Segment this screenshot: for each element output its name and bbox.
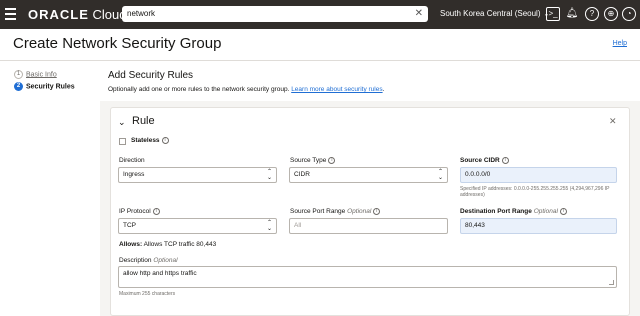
page-title: Create Network Security Group: [13, 35, 222, 52]
select-arrows-icon: ⌃ ⌄: [266, 220, 272, 232]
ip-protocol-label: IP Protocol i: [119, 208, 160, 215]
remove-rule-icon[interactable]: ✕: [609, 116, 617, 127]
oracle-cloud-logo[interactable]: ORACLE Cloud: [28, 8, 126, 22]
ip-protocol-select[interactable]: TCP ⌃ ⌄: [118, 218, 277, 234]
select-arrows-icon: ⌃ ⌄: [266, 169, 272, 181]
help-link[interactable]: Help: [613, 40, 627, 47]
source-port-range-input[interactable]: All: [289, 218, 448, 234]
info-icon[interactable]: i: [152, 208, 160, 215]
description-textarea[interactable]: allow http and https traffic: [118, 266, 617, 288]
learn-more-link[interactable]: Learn more about security rules: [291, 86, 382, 93]
step-number: 2: [14, 82, 23, 91]
cloud-shell-icon[interactable]: >_: [546, 7, 560, 21]
rule-title: Rule: [132, 115, 155, 127]
description-label: Description Optional: [119, 257, 178, 264]
allows-summary: Allows: Allows TCP traffic 80,443: [119, 241, 217, 248]
region-selector[interactable]: South Korea Central (Seoul) ⌄: [440, 9, 549, 18]
stateless-checkbox[interactable]: [119, 138, 126, 145]
collapse-chevron-icon[interactable]: ⌄: [118, 117, 126, 128]
section-title: Add Security Rules: [108, 70, 194, 81]
description-value: allow http and https traffic: [123, 270, 197, 277]
info-icon[interactable]: i: [373, 208, 381, 215]
info-icon[interactable]: i: [501, 157, 509, 164]
help-icon[interactable]: ?: [585, 7, 599, 21]
section-description: Optionally add one or more rules to the …: [108, 86, 385, 93]
source-type-select[interactable]: CIDR ⌃ ⌄: [289, 167, 448, 183]
info-icon[interactable]: i: [328, 157, 336, 164]
source-cidr-input[interactable]: 0.0.0.0/0: [460, 167, 617, 183]
step-label: Security Rules: [26, 83, 75, 91]
search-input[interactable]: network ✕: [122, 6, 428, 22]
step-basic-info[interactable]: 1 Basic Info: [14, 70, 57, 79]
step-label: Basic Info: [26, 71, 57, 79]
profile-icon[interactable]: ◔: [622, 7, 636, 21]
destination-port-range-label: Destination Port Range Optional i: [460, 208, 567, 215]
info-icon[interactable]: i: [559, 208, 567, 215]
source-cidr-label: Source CIDR i: [460, 157, 509, 164]
source-cidr-hint: Specified IP addresses: 0.0.0.0-255.255.…: [460, 186, 610, 198]
direction-label: Direction: [119, 157, 145, 164]
search-value: network: [127, 9, 156, 18]
header-divider: [0, 60, 640, 61]
stateless-label: Stateless i: [131, 137, 169, 144]
step-number: 1: [14, 70, 23, 79]
destination-port-range-input[interactable]: 80,443: [460, 218, 617, 234]
top-bar: ORACLE Cloud network ✕ South Korea Centra…: [0, 0, 640, 29]
resize-handle-icon[interactable]: [609, 280, 614, 285]
source-port-range-label: Source Port Range Optional i: [290, 208, 381, 215]
step-security-rules[interactable]: 2 Security Rules: [14, 82, 75, 91]
info-icon[interactable]: i: [161, 137, 169, 144]
direction-select[interactable]: Ingress ⌃ ⌄: [118, 167, 277, 183]
select-arrows-icon: ⌃ ⌄: [437, 169, 443, 181]
clear-search-icon[interactable]: ✕: [415, 6, 423, 22]
source-type-label: Source Type i: [290, 157, 336, 164]
hamburger-menu-icon[interactable]: [5, 8, 16, 20]
description-hint: Maximum 255 characters: [119, 291, 176, 297]
bell-icon[interactable]: 🔔︎: [565, 7, 579, 21]
globe-icon[interactable]: ⊕: [604, 7, 618, 21]
